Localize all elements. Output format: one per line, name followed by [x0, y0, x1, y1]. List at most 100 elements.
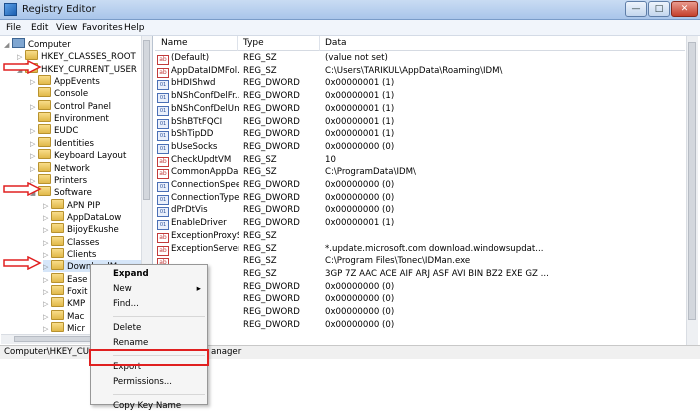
value-row[interactable]: ab REG_SZ C:\Program Files\Tonec\IDMan.exe — [155, 255, 685, 269]
tree-item[interactable]: ▷ EUDC — [30, 124, 78, 136]
folder-icon — [38, 75, 51, 86]
collapse-arrow-icon[interactable]: ◢ — [4, 39, 12, 51]
tree-item[interactable]: ▷ Clients — [43, 247, 96, 261]
expand-arrow-icon[interactable]: ▷ — [43, 224, 51, 236]
expand-arrow-icon[interactable]: ▷ — [43, 261, 51, 273]
tree-item[interactable]: ▷ Keyboard Layout — [30, 149, 126, 161]
maximize-button[interactable]: □ — [648, 1, 670, 17]
tree-item[interactable]: ▷ Control Panel — [30, 99, 111, 113]
value-name-cell: ab CheckUpdtVM — [157, 154, 239, 167]
column-header-type[interactable]: Type — [243, 38, 264, 48]
value-data: 0x00000000 (0) — [325, 205, 395, 216]
context-menu-rename[interactable]: Rename — [91, 336, 209, 350]
expand-arrow-icon[interactable]: ▷ — [43, 200, 51, 212]
value-row[interactable]: abExceptionProxyS... REG_SZ — [155, 230, 685, 243]
tree-item-label: Classes — [67, 237, 100, 248]
expand-arrow-icon[interactable]: ▷ — [30, 101, 38, 113]
value-row[interactable]: 01 bNShConfDelFr... REG_DWORD 0x00000001 (1… — [155, 90, 685, 104]
value-row[interactable]: 01 bShBTtFQCI REG_DWORD 0x00000001 (1) — [155, 116, 685, 129]
folder-icon — [51, 309, 64, 320]
tree-item[interactable]: ▷ AppEvents — [30, 75, 100, 87]
value-row[interactable]: ab CheckUpdtVM REG_SZ 10 — [155, 154, 685, 167]
expand-arrow-icon[interactable]: ▷ — [43, 212, 51, 224]
value-row[interactable]: 01 dPrDtVis REG_DWORD 0x00000000 (0) — [155, 204, 685, 218]
tree-item-label: KMP — [67, 299, 86, 310]
menu-help[interactable]: Help — [124, 23, 145, 33]
value-name: bUseSocks — [171, 141, 218, 152]
tree-item[interactable]: ▷ Micr — [43, 322, 85, 334]
value-row[interactable]: 01 bHDIShwd REG_DWORD 0x00000001 (1) — [155, 77, 685, 91]
values-scroll-thumb[interactable] — [688, 42, 696, 320]
tree-item-label: Foxit — [67, 287, 88, 297]
value-row[interactable]: 01 bUseSocks REG_DWORD 0x00000000 (0) — [155, 141, 685, 154]
string-value-icon: ab — [157, 169, 169, 180]
value-row[interactable]: ab ExceptionServers REG_SZ *.update.microso… — [155, 243, 685, 256]
minimize-button[interactable]: — — [625, 1, 647, 17]
value-row[interactable]: 01REG_DWORD0x00000000 (0) — [155, 281, 685, 294]
menu-favorites[interactable]: Favorites — [82, 23, 123, 33]
value-row[interactable]: 01Check...REG_DWORD0x00000000 (0) — [155, 306, 685, 319]
expand-arrow-icon[interactable]: ▷ — [43, 274, 51, 286]
tree-item[interactable]: ▷ APN PIP — [43, 198, 100, 212]
tree-item-label: Environment — [54, 114, 109, 125]
tree-item[interactable]: ◢ Computer — [4, 38, 71, 50]
string-value-icon: ab — [157, 156, 169, 167]
value-row[interactable]: ab (Default) REG_SZ (value not set) — [155, 52, 685, 65]
value-row[interactable]: abREG_SZ3GP 7Z AAC ACE AIF ARJ ASF AVI B… — [155, 268, 685, 281]
value-row[interactable]: 01 ConnectionType REG_DWORD 0x00000000 (0) — [155, 192, 685, 205]
expand-arrow-icon[interactable]: ▷ — [30, 76, 38, 88]
value-row[interactable]: 01 EnableDriver REG_DWORD 0x00000001 (1) — [155, 217, 685, 231]
value-row[interactable]: 01 bShTipDD REG_DWORD 0x00000001 (1) — [155, 128, 685, 142]
value-row[interactable]: ab AppDataIDMFol... REG_SZ C:\Users\TARIKUL… — [155, 65, 685, 78]
expand-arrow-icon[interactable]: ▷ — [43, 298, 51, 310]
column-divider[interactable] — [237, 36, 238, 51]
context-menu-permissions[interactable]: Permissions... — [91, 375, 209, 389]
column-header-name[interactable]: Name — [161, 38, 188, 48]
folder-icon — [38, 124, 51, 135]
expand-arrow-icon[interactable]: ▷ — [43, 311, 51, 323]
folder-icon — [51, 285, 64, 295]
expand-arrow-icon[interactable]: ▷ — [43, 237, 51, 249]
value-name: EnableDriver — [171, 218, 227, 229]
window-title: Registry Editor — [22, 4, 96, 15]
tree-item[interactable]: ▷ BijoyEkushe — [43, 223, 119, 235]
tree-item[interactable]: ▷ Network — [30, 161, 90, 175]
tree-item[interactable]: ▷ Ease — [43, 272, 87, 286]
expand-arrow-icon[interactable]: ▷ — [43, 249, 51, 261]
value-type: REG_DWORD — [243, 91, 300, 102]
expand-arrow-icon[interactable]: ▷ — [43, 286, 51, 298]
tree-item[interactable]: Environment — [30, 112, 109, 124]
context-menu-copy-key-name[interactable]: Copy Key Name — [91, 399, 209, 413]
tree-item[interactable]: Console — [30, 87, 88, 99]
value-data: C:\Program Files\Tonec\IDMan.exe — [325, 256, 471, 267]
tree-scroll-thumb[interactable] — [143, 40, 150, 200]
value-row[interactable]: 01gsCh...REG_DWORD0x00000000 (0) — [155, 293, 685, 307]
column-header-data[interactable]: Data — [325, 38, 347, 48]
folder-icon — [51, 272, 64, 283]
value-row[interactable]: 01REG_DWORD0x00000000 (0) — [155, 319, 685, 332]
expand-arrow-icon[interactable]: ▷ — [30, 125, 38, 137]
column-divider[interactable] — [319, 36, 320, 51]
value-row[interactable]: 01bNShConfDelUn... REG_DWORD 0x00000001 (1… — [155, 103, 685, 116]
tree-item[interactable]: ▷ Classes — [43, 235, 100, 249]
menu-edit[interactable]: Edit — [31, 23, 48, 33]
expand-arrow-icon[interactable]: ▷ — [30, 163, 38, 175]
tree-item[interactable]: ▷ Mac — [43, 309, 84, 323]
tree-item[interactable]: ▷ Foxit — [43, 285, 87, 297]
tree-item[interactable]: ▷ KMP — [43, 297, 85, 309]
context-menu-new[interactable]: New ▸ — [91, 282, 209, 296]
tree-item[interactable]: ▷ AppDataLow — [43, 210, 121, 224]
value-name: bShTipDD — [171, 129, 214, 140]
tree-item[interactable]: ▷ Identities — [30, 136, 94, 150]
value-row[interactable]: abCommonAppDa... REG_SZ C:\ProgramData\IDM… — [155, 166, 685, 180]
string-value-icon: ab — [157, 245, 169, 256]
menu-view[interactable]: View — [56, 23, 77, 33]
close-button[interactable]: ✕ — [671, 1, 698, 17]
context-menu-delete[interactable]: Delete — [91, 321, 209, 335]
expand-arrow-icon[interactable]: ▷ — [30, 138, 38, 150]
value-row[interactable]: 01ConnectionSpeed REG_DWORD 0x00000000 (0) — [155, 179, 685, 192]
expand-arrow-icon[interactable]: ▷ — [30, 150, 38, 162]
context-menu-expand[interactable]: Expand — [91, 267, 209, 281]
context-menu-find[interactable]: Find... — [91, 297, 209, 311]
menu-file[interactable]: File — [6, 23, 21, 33]
